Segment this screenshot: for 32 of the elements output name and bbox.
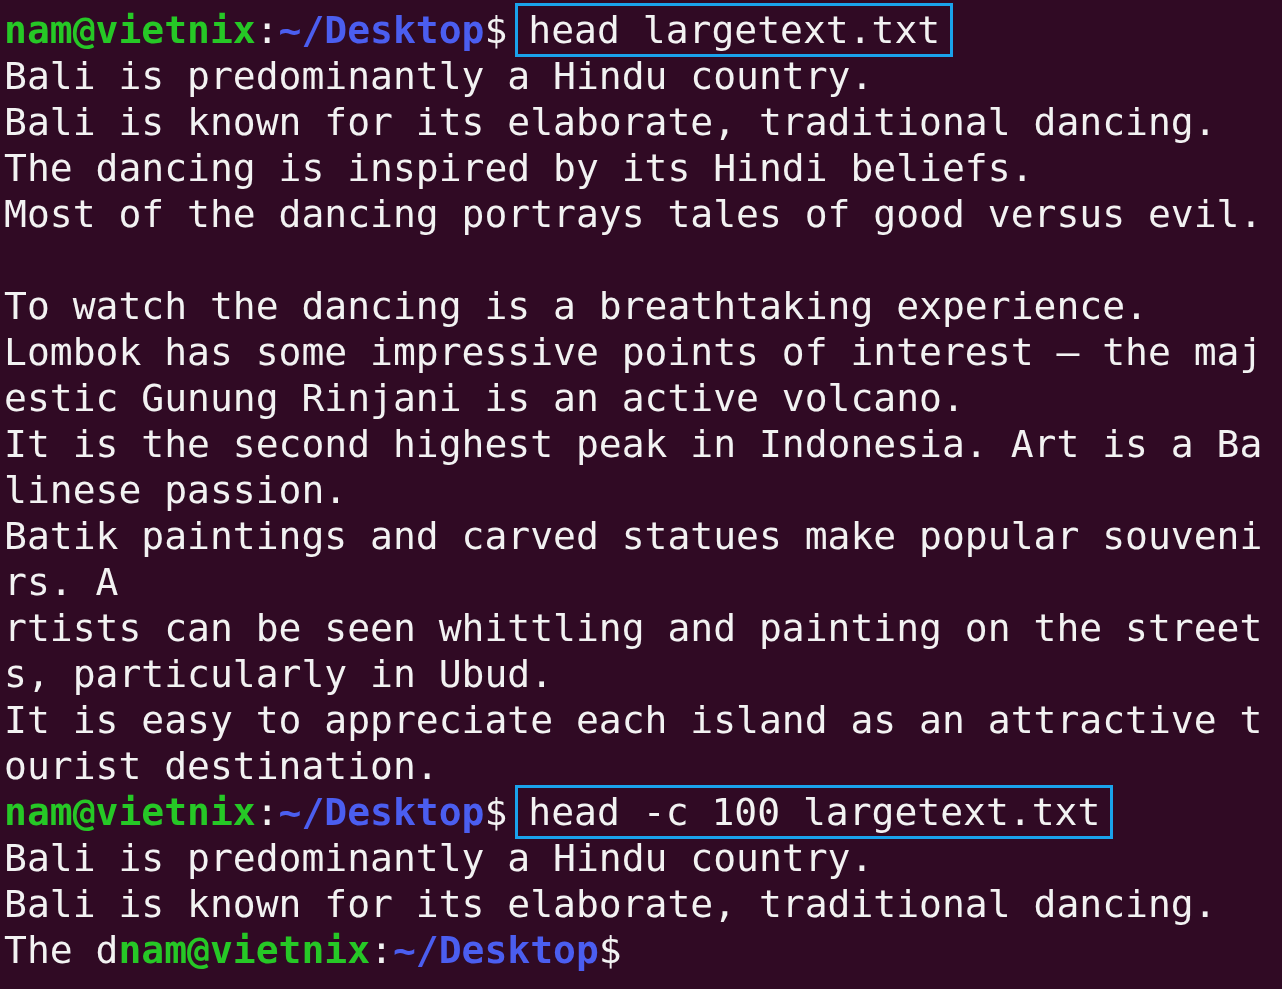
output-line: s, particularly in Ubud. (4, 652, 554, 696)
highlighted-command: head -c 100 largetext.txt (515, 785, 1114, 839)
output-line: Bali is known for its elaborate, traditional dancing. (4, 100, 1217, 144)
output-text: The d (4, 927, 119, 973)
output-line: ourist destination. (4, 744, 439, 788)
output-line: It is easy to appreciate each island as an attractive t (4, 698, 1263, 742)
output-line: Bali is predominantly a Hindu country. (4, 836, 874, 880)
prompt-user: nam@vietnix (118, 927, 371, 973)
output-line: estic Gunung Rinjani is an active volcano. (4, 376, 965, 420)
prompt-separator: : (370, 927, 393, 973)
output-line: rs. A (4, 560, 119, 604)
prompt-path: ~/Desktop (278, 789, 485, 835)
output-line: It is the second highest peak in Indonesia. Art is a Ba (4, 422, 1263, 466)
highlighted-command: head largetext.txt (515, 3, 954, 57)
prompt-separator: : (255, 789, 279, 835)
prompt-symbol: $ (484, 789, 508, 835)
prompt-path: ~/Desktop (392, 927, 599, 973)
prompt-path: ~/Desktop (278, 7, 485, 53)
prompt-separator: : (255, 7, 279, 53)
output-line: Bali is known for its elaborate, traditional dancing. (4, 882, 1217, 926)
prompt-user: nam@vietnix (4, 789, 256, 835)
output-line: Most of the dancing portrays tales of good versus evil. (4, 192, 1263, 236)
output-line: Lombok has some impressive points of interest – the maj (4, 330, 1263, 374)
prompt-user: nam@vietnix (4, 7, 256, 53)
output-line: linese passion. (4, 468, 348, 512)
prompt-symbol: $ (598, 927, 622, 973)
output-line: The dancing is inspired by its Hindi beliefs. (4, 146, 1034, 190)
output-line: Batik paintings and carved statues make popular souveni (4, 514, 1263, 558)
prompt-symbol: $ (484, 7, 508, 53)
output-line: rtists can be seen whittling and painting on the street (4, 606, 1263, 650)
output-line: Bali is predominantly a Hindu country. (4, 54, 874, 98)
output-line: To watch the dancing is a breathtaking experience. (4, 284, 1148, 328)
